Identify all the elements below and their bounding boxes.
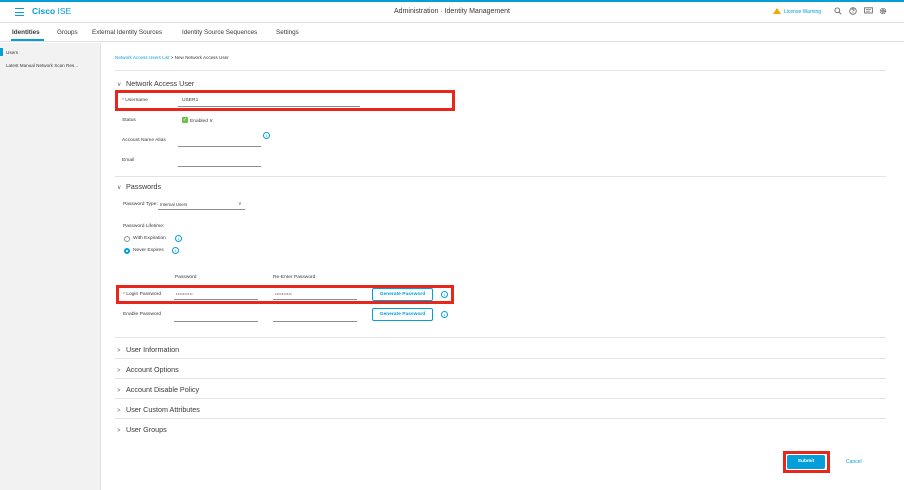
sidebar-item-network-scan[interactable]: Latest Manual Network Scan Res... [6,63,78,68]
chevron-down-icon: ∨ [209,119,213,124]
chevron-down-icon[interactable]: ∨ [238,201,242,207]
info-icon[interactable]: i [172,247,179,254]
divider [115,176,886,177]
email-input[interactable] [178,166,261,167]
chevron-right-icon: > [117,388,121,394]
password-type-select[interactable]: Internal Users [160,202,187,207]
sidebar-active-indicator [0,48,3,56]
generate-login-password-button[interactable]: Generate Password [372,288,433,301]
username-label: * Username [122,98,148,103]
account-disable-policy-section-header[interactable]: > Account Disable Policy [117,385,199,394]
password-type-label: Password Type: [123,202,158,207]
status-select[interactable]: Enabled ∨ [190,118,213,124]
tab-identity-source-sequences[interactable]: Identity Source Sequences [182,29,257,36]
info-icon[interactable]: i [175,235,182,242]
reenter-password-column-header: Re-Enter Password [273,275,316,280]
username-underline [178,106,360,107]
user-information-section-header[interactable]: > User Information [117,345,179,354]
alias-label: Account Name Alias [122,138,166,143]
license-warning-link[interactable]: License Warning [773,8,821,15]
enable-password-input[interactable] [174,321,258,322]
chevron-right-icon: > [117,428,121,434]
breadcrumb-current: New Network Access User [174,55,229,60]
password-type-underline [158,209,245,210]
email-label: Email [122,158,135,163]
settings-icon[interactable] [879,7,887,18]
cancel-button[interactable]: Cancel [846,459,862,465]
sidebar-item-users[interactable]: Users [6,50,18,55]
login-password-label: * Login Password [123,292,162,297]
info-icon[interactable]: i [263,132,270,139]
chevron-right-icon: > [117,348,121,354]
active-tab-indicator [11,39,44,41]
chevron-right-icon: > [117,408,121,414]
enabled-check-icon: ✓ [182,117,188,123]
generate-enable-password-button[interactable]: Generate Password [372,308,433,321]
login-password-underline [174,299,258,300]
divider [115,418,886,419]
login-password-reenter-input[interactable]: •••••••••• [275,291,292,296]
info-icon[interactable]: i [441,311,448,318]
breadcrumb-link-users-list[interactable]: Network Access Users List [115,55,169,60]
alias-input[interactable] [178,146,261,147]
tab-external-identity-sources[interactable]: External Identity Sources [92,29,162,36]
with-expiration-label: With Expiration [133,236,166,241]
warning-icon [773,8,781,14]
never-expires-radio[interactable] [124,248,130,254]
search-icon[interactable] [834,7,842,18]
divider [115,398,886,399]
with-expiration-radio[interactable] [124,236,130,242]
chevron-down-icon: ∨ [117,82,122,88]
enable-password-label: Enable Password [123,312,162,317]
breadcrumb: Network Access Users List > New Network … [115,55,229,60]
breadcrumb-separator: > [170,55,174,60]
tab-identities[interactable]: Identities [12,29,40,36]
password-column-header: Password [175,275,197,280]
sidebar [0,43,101,490]
enable-password-reenter-input[interactable] [273,321,357,322]
login-password-reenter-underline [273,299,357,300]
username-input[interactable]: USER1 [182,98,198,103]
status-label: Status [122,118,136,123]
divider [115,358,886,359]
password-lifetime-label: Password Lifetime: [123,224,165,229]
divider [115,70,886,71]
notifications-icon[interactable] [864,7,873,18]
top-bar: Cisco ISE Administration · Identity Mana… [0,0,904,23]
passwords-section-header[interactable]: ∨ Passwords [117,182,161,191]
tab-groups[interactable]: Groups [57,29,78,36]
tab-settings[interactable]: Settings [276,29,299,36]
divider [115,337,886,338]
help-icon[interactable] [849,7,857,18]
highlight-username [115,90,455,111]
login-password-input[interactable]: •••••••••• [176,291,193,296]
chevron-down-icon: ∨ [117,185,122,191]
page-title: Administration · Identity Management [394,8,510,15]
user-custom-attributes-section-header[interactable]: > User Custom Attributes [117,405,200,414]
never-expires-label: Never Expires [133,248,164,253]
chevron-right-icon: > [117,368,121,374]
divider [115,378,886,379]
network-access-user-section-header[interactable]: ∨ Network Access User [117,79,194,88]
account-options-section-header[interactable]: > Account Options [117,365,179,374]
user-groups-section-header[interactable]: > User Groups [117,425,167,434]
info-icon[interactable]: i [441,291,448,298]
submit-button[interactable]: Submit [787,455,825,469]
tab-bar: Identities Groups External Identity Sour… [0,23,904,42]
